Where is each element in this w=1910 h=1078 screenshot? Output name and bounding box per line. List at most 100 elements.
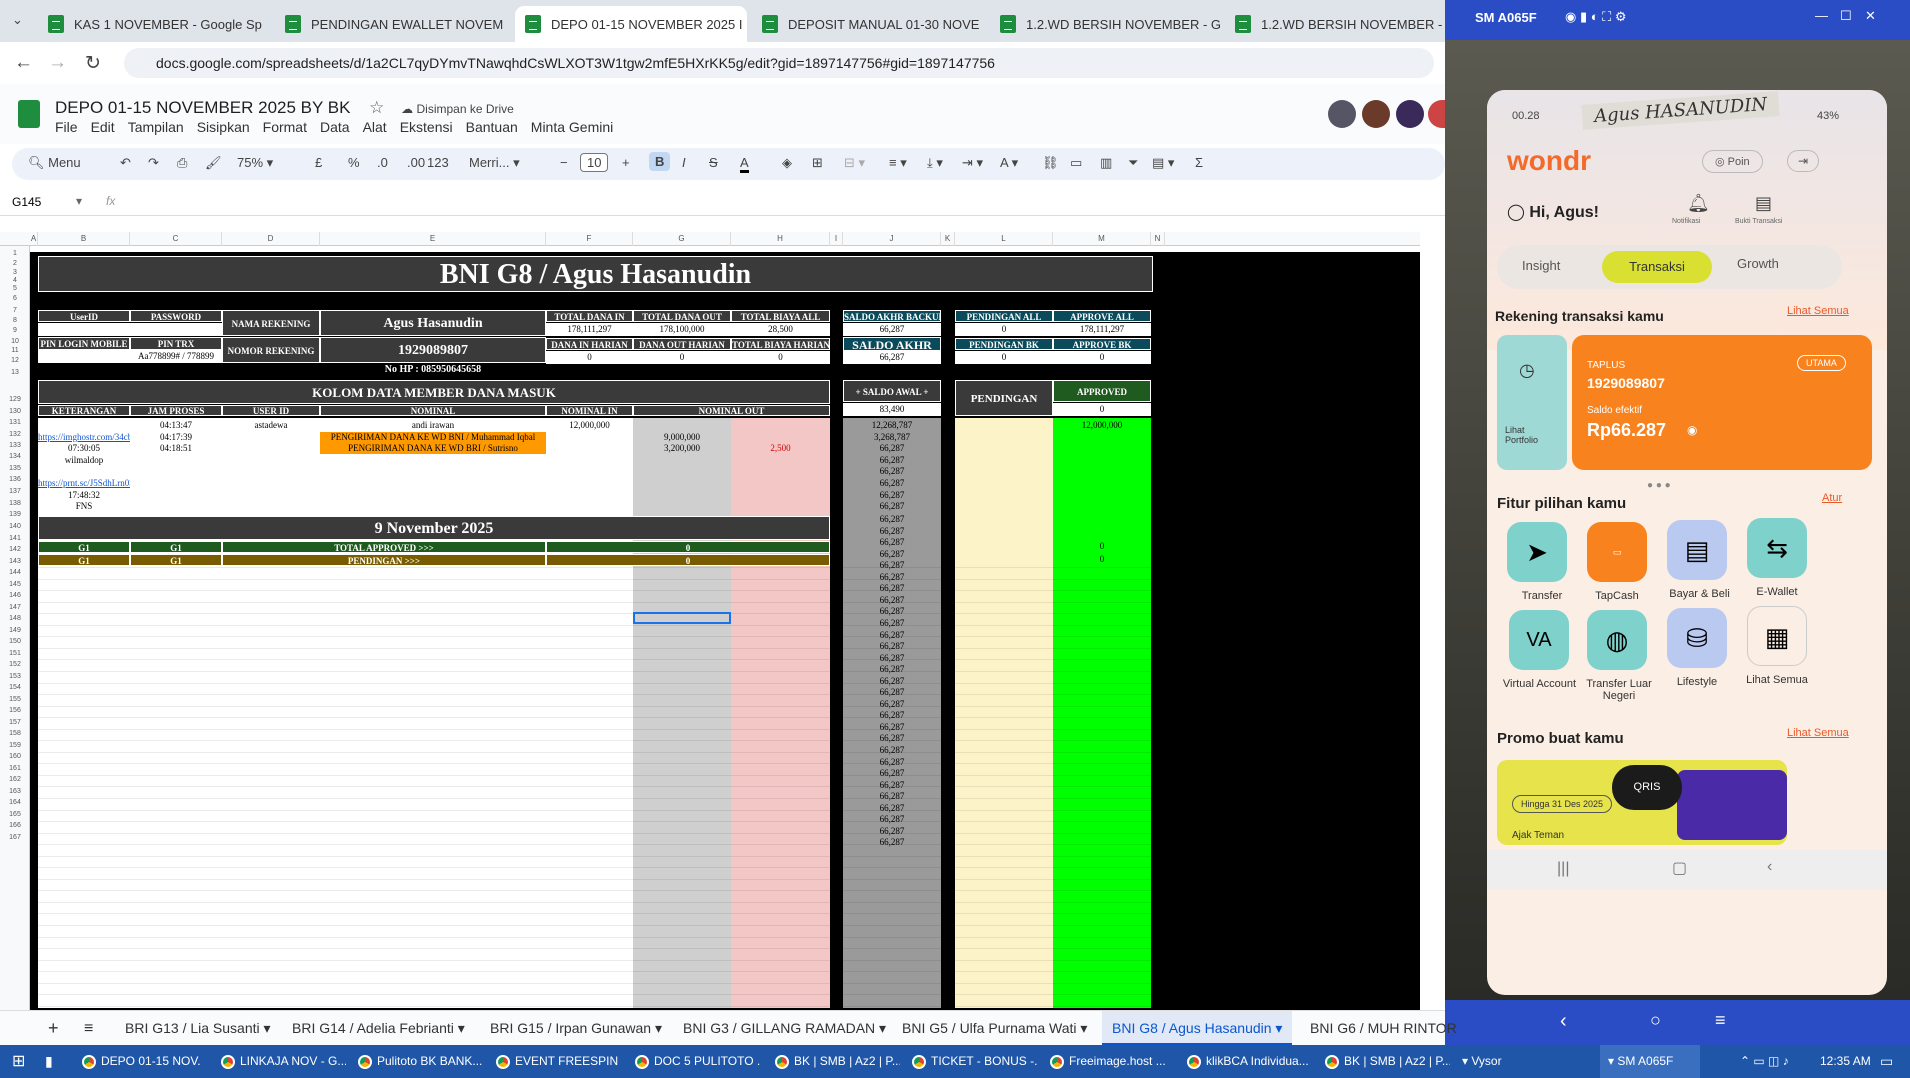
data-col-pendingan[interactable]	[955, 418, 1053, 1008]
row-header[interactable]: 6	[0, 295, 30, 302]
column-header[interactable]: L	[955, 232, 1053, 246]
cell-nominal-in[interactable]	[546, 501, 633, 512]
avatar[interactable]	[1362, 100, 1390, 128]
portfolio-card[interactable]: ◷ Lihat Portfolio	[1497, 335, 1567, 470]
tab-search-icon[interactable]: ⌄	[12, 12, 23, 28]
row-header[interactable]: 148	[0, 615, 30, 622]
cell-saldo[interactable]: 66,287	[843, 501, 941, 512]
cell-g1[interactable]: G1	[38, 554, 130, 566]
segment-growth[interactable]: Growth	[1737, 256, 1779, 271]
label-saldo-akhr[interactable]: SALDO AKHR	[843, 337, 941, 351]
formula-input[interactable]	[130, 192, 1430, 212]
cell-nominal[interactable]: PENGIRIMAN DANA KE WD BRI / Sutrisno	[320, 443, 546, 454]
cell-nominal[interactable]	[320, 478, 546, 489]
sheet-title-banner[interactable]: BNI G8 / Agus Hasanudin	[38, 256, 1153, 292]
home-icon[interactable]: ○	[1650, 1010, 1661, 1031]
recents-icon[interactable]: |||	[1557, 860, 1569, 878]
cell-saldo[interactable]: 66,287	[843, 664, 941, 675]
lihat-semua-link[interactable]: Lihat Semua	[1787, 305, 1849, 317]
cell-nominal-in[interactable]	[546, 443, 633, 454]
row-header[interactable]: 144	[0, 569, 30, 576]
cell-saldo[interactable]: 66,287	[843, 814, 941, 825]
cell-keterangan[interactable]: FNS	[38, 501, 130, 512]
label-total-biaya-all[interactable]: TOTAL BIAYA ALL	[731, 310, 830, 322]
number-format-button[interactable]: 123	[427, 155, 449, 170]
row-header[interactable]: 130	[0, 408, 30, 415]
taskbar-item[interactable]: DOC 5 PULITOTO ...	[635, 1045, 760, 1078]
sheet-tab-active[interactable]: BNI G8 / Agus Hasanudin ▾	[1102, 1011, 1293, 1046]
cell-saldo[interactable]: 66,287	[843, 560, 941, 571]
taskbar-item[interactable]: Pulitoto BK BANK...	[358, 1045, 483, 1078]
menu-help[interactable]: Bantuan	[466, 119, 518, 135]
taskbar-item[interactable]: DEPO 01-15 NOV...	[82, 1045, 200, 1078]
cell-saldo[interactable]: 66,287	[843, 443, 941, 454]
qris-button[interactable]: QRIS	[1612, 765, 1682, 810]
cell-saldo[interactable]: 66,287	[843, 549, 941, 560]
row-header[interactable]: 11	[0, 347, 30, 354]
row-header[interactable]: 13	[0, 369, 30, 376]
menu-icon[interactable]: ≡	[1715, 1010, 1726, 1031]
row-header[interactable]: 164	[0, 799, 30, 806]
row-header[interactable]: 152	[0, 661, 30, 668]
cell-saldo[interactable]: 66,287	[843, 641, 941, 652]
doc-title[interactable]: DEPO 01-15 NOVEMBER 2025 BY BK	[55, 98, 350, 117]
cell-keterangan[interactable]: https://imghostr.com/34cb85	[38, 432, 130, 443]
saldo-awal-value[interactable]: 83,490	[843, 403, 941, 416]
notification-icon[interactable]: ▭	[1880, 1045, 1893, 1078]
cell-nominal[interactable]	[320, 466, 546, 477]
pendingan-all-value[interactable]: 0	[955, 323, 1053, 336]
taskbar-item[interactable]: klikBCA Individua...	[1187, 1045, 1312, 1078]
column-header[interactable]: B	[38, 232, 130, 246]
row-header[interactable]: 155	[0, 696, 30, 703]
cell-saldo[interactable]: 66,287	[843, 837, 941, 848]
row-header[interactable]: 154	[0, 684, 30, 691]
row-header[interactable]: 162	[0, 776, 30, 783]
cell-saldo[interactable]: 66,287	[843, 466, 941, 477]
forward-icon[interactable]: →	[48, 52, 67, 74]
search-icon[interactable]: 🔍︎ Menu	[28, 155, 81, 171]
row-header[interactable]: 138	[0, 500, 30, 507]
percent-button[interactable]: %	[348, 155, 360, 170]
label-pendingan-bk[interactable]: PENDINGAN BK	[955, 338, 1053, 350]
cell-userid[interactable]	[222, 432, 320, 443]
start-icon[interactable]: ⊞	[12, 1045, 25, 1078]
row-header[interactable]: 12	[0, 357, 30, 364]
cell-keterangan[interactable]: https://prnt.sc/J5SdhLrn038M	[38, 478, 130, 489]
tray-icons[interactable]: ⌃ ▭ ◫ ♪	[1740, 1045, 1789, 1078]
row-header[interactable]: 163	[0, 788, 30, 795]
biaya-harian-value[interactable]: 0	[731, 351, 830, 364]
cell-g1[interactable]: G1	[130, 554, 222, 566]
column-header[interactable]: K	[941, 232, 955, 246]
row-header[interactable]: 129	[0, 396, 30, 403]
cell-nominal-in[interactable]	[546, 466, 633, 477]
label-saldo-akhr-backup[interactable]: SALDO AKHR BACKUP	[843, 310, 941, 322]
increase-decimal-button[interactable]: .00	[407, 155, 425, 170]
chevron-down-icon[interactable]: ▾	[76, 194, 82, 208]
functions-icon[interactable]: Σ	[1195, 155, 1203, 170]
sheet-tab[interactable]: BRI G14 / Adelia Febrianti ▾	[292, 1011, 465, 1046]
cell-saldo[interactable]: 66,287	[843, 803, 941, 814]
cell-saldo[interactable]: 66,287	[843, 710, 941, 721]
cell-approved[interactable]	[1053, 478, 1151, 489]
browser-tab-active[interactable]: DEPO 01-15 NOVEMBER 2025 I✕	[515, 6, 747, 42]
label-dana-out-harian[interactable]: DANA OUT HARIAN	[633, 338, 731, 350]
close-icon[interactable]: ✕	[1865, 8, 1876, 24]
taskbar-item[interactable]: BK | SMB | Az2 | P...	[775, 1045, 900, 1078]
cell-biaya[interactable]	[731, 501, 830, 512]
row-header[interactable]: 147	[0, 604, 30, 611]
sheet-tab[interactable]: BNI G3 / GILLANG RAMADAN ▾	[683, 1011, 886, 1046]
back-icon[interactable]: ‹	[1560, 1010, 1567, 1033]
cell-approved[interactable]	[1053, 455, 1151, 466]
taskbar-item[interactable]: ▾ Vysor	[1462, 1045, 1522, 1078]
row-header[interactable]: 142	[0, 546, 30, 553]
reload-icon[interactable]: ↻	[85, 52, 101, 75]
wondr-app[interactable]: 00.28 43% Agus HASANUDIN wondr ◎ Poin ⇥ …	[1487, 90, 1887, 995]
saldo-akhr-backup-value[interactable]: 66,287	[843, 323, 941, 336]
nomor-rekening-value[interactable]: 1929089807	[320, 337, 546, 363]
cell-jam[interactable]: 04:18:51	[130, 443, 222, 454]
cell-saldo[interactable]: 66,287	[843, 595, 941, 606]
row-header[interactable]: 133	[0, 442, 30, 449]
cell-saldo[interactable]: 66,287	[843, 733, 941, 744]
approved-value[interactable]: 0	[1053, 403, 1151, 416]
row-header[interactable]: 7	[0, 307, 30, 314]
